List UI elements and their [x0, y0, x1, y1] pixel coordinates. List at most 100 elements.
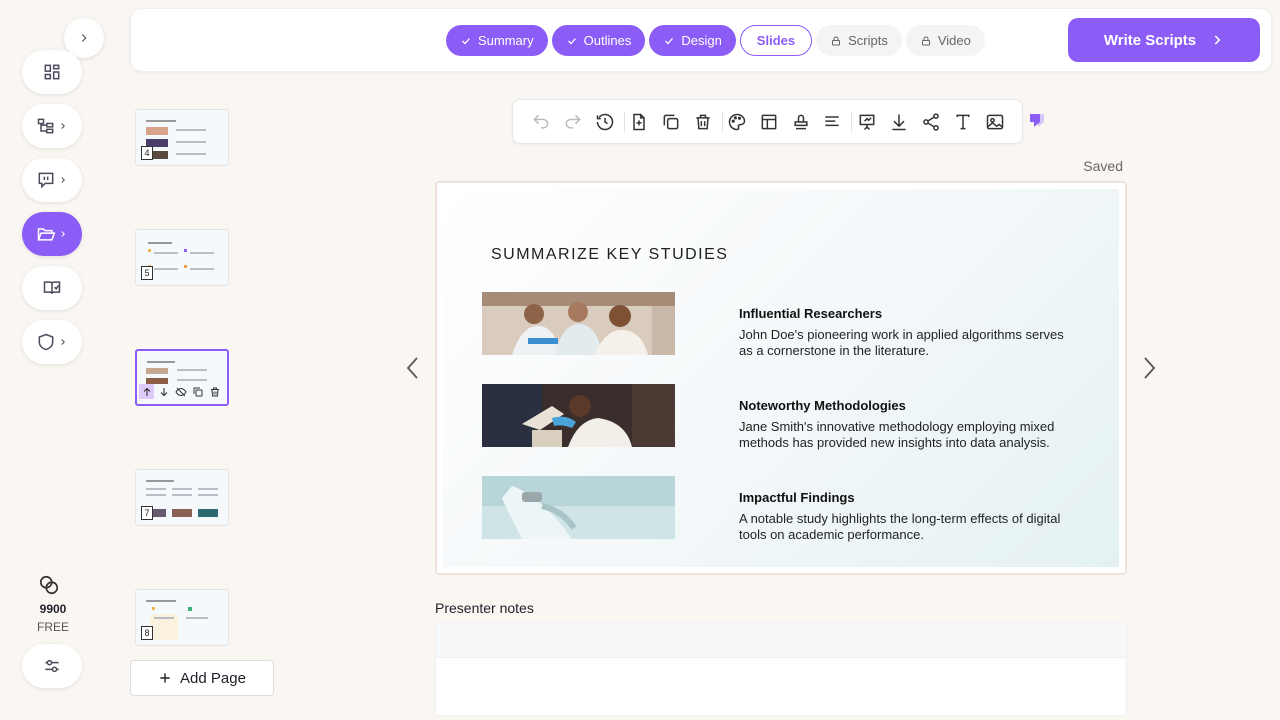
delete-slide-button[interactable] — [207, 384, 222, 399]
item-heading[interactable]: Influential Researchers — [739, 306, 882, 321]
delete-button[interactable] — [692, 111, 714, 133]
step-summary[interactable]: Summary — [446, 25, 548, 56]
slide-thumbnail-selected[interactable] — [135, 349, 229, 406]
move-up-button[interactable] — [139, 384, 154, 399]
sliders-icon — [45, 659, 59, 673]
plus-icon — [160, 673, 170, 683]
chevron-right-icon — [61, 231, 65, 237]
share-button[interactable] — [920, 111, 942, 133]
step-scripts[interactable]: Scripts — [816, 25, 902, 56]
undo-icon — [533, 114, 549, 129]
download-icon — [892, 114, 906, 131]
methodology-image[interactable] — [482, 384, 675, 447]
history-button[interactable] — [594, 111, 616, 133]
check-icon — [462, 37, 470, 44]
researchers-image[interactable] — [482, 292, 675, 355]
chevron-right-icon — [1214, 35, 1221, 45]
text-icon — [956, 114, 970, 130]
next-slide-button[interactable] — [1139, 355, 1159, 381]
step-label: Video — [937, 33, 971, 48]
theme-button[interactable] — [726, 111, 748, 133]
align-button[interactable] — [821, 111, 843, 133]
palette-icon — [728, 113, 746, 131]
book-check-icon — [43, 281, 61, 294]
slide-thumbnail[interactable]: 7 — [135, 469, 229, 526]
step-slides[interactable]: Slides — [739, 25, 813, 56]
trash-icon — [696, 114, 710, 130]
chevron-right-icon — [81, 34, 87, 42]
history-icon — [596, 113, 614, 131]
step-design[interactable]: Design — [649, 25, 736, 56]
rail-dashboard-button[interactable] — [22, 50, 82, 94]
chat-icon — [38, 172, 54, 189]
thumbnail-number: 7 — [141, 506, 153, 520]
redo-button[interactable] — [562, 111, 584, 133]
eye-off-icon — [174, 387, 187, 396]
coins-icon — [39, 575, 59, 595]
rail-files-button[interactable] — [22, 212, 82, 256]
chevron-right-icon — [1144, 357, 1156, 379]
check-icon — [665, 37, 674, 44]
prev-slide-button[interactable] — [403, 355, 423, 381]
step-label: Outlines — [583, 33, 632, 48]
share-icon — [923, 113, 939, 131]
slide-thumbnail[interactable]: 5 — [135, 229, 229, 286]
thumbnail-number: 8 — [141, 626, 153, 640]
lock-icon — [832, 36, 841, 45]
add-page-label: Add Page — [180, 669, 246, 687]
item-heading[interactable]: Impactful Findings — [739, 490, 855, 505]
file-plus-icon — [633, 113, 645, 131]
plan-label: FREE — [36, 620, 69, 634]
item-body[interactable]: A notable study highlights the long-term… — [739, 511, 1079, 543]
item-body[interactable]: John Doe's pioneering work in applied al… — [739, 327, 1079, 359]
thumbnail-toolbar — [137, 384, 222, 399]
rail-library-button[interactable] — [22, 266, 82, 310]
rail-security-button[interactable] — [22, 320, 82, 364]
stamp-button[interactable] — [790, 111, 812, 133]
workflow-stepbar: Summary Outlines Design Slides Scripts V… — [130, 8, 1272, 72]
arrow-up-icon — [143, 387, 150, 396]
trash-icon — [210, 387, 219, 396]
slide-title[interactable]: SUMMARIZE KEY STUDIES — [491, 246, 728, 264]
add-slide-button[interactable] — [628, 111, 650, 133]
findings-image[interactable] — [482, 476, 675, 539]
rail-outline-button[interactable] — [22, 104, 82, 148]
save-status: Saved — [1083, 158, 1123, 174]
thumbnail-number: 4 — [141, 146, 153, 160]
stamp-icon — [794, 114, 808, 130]
presenter-notes-label: Presenter notes — [435, 600, 534, 616]
item-body[interactable]: Jane Smith's innovative methodology empl… — [739, 419, 1079, 451]
chevron-right-icon — [61, 123, 65, 129]
chevron-left-icon — [406, 357, 418, 379]
slide-canvas[interactable]: SUMMARIZE KEY STUDIES Influential Resear… — [435, 181, 1127, 575]
rail-chat-button[interactable] — [22, 158, 82, 202]
present-button[interactable] — [856, 111, 878, 133]
write-scripts-label: Write Scripts — [1103, 31, 1197, 49]
layout-icon — [761, 114, 777, 130]
slide-thumbnail[interactable]: 4 — [135, 109, 229, 166]
add-page-button[interactable]: Add Page — [130, 660, 274, 696]
slide-thumbnail[interactable]: 8 — [135, 589, 229, 646]
tree-icon — [37, 118, 54, 134]
undo-button[interactable] — [530, 111, 552, 133]
step-outlines[interactable]: Outlines — [551, 25, 646, 56]
align-icon — [825, 116, 839, 127]
chevron-right-icon — [61, 339, 65, 345]
item-heading[interactable]: Noteworthy Methodologies — [739, 398, 906, 413]
move-down-button[interactable] — [156, 384, 171, 399]
duplicate-slide-button[interactable] — [190, 384, 205, 399]
chevron-right-icon — [61, 177, 65, 183]
write-scripts-button[interactable]: Write Scripts — [1068, 18, 1260, 62]
step-video[interactable]: Video — [905, 25, 985, 56]
download-button[interactable] — [888, 111, 910, 133]
text-button[interactable] — [952, 111, 974, 133]
layout-grid-icon — [44, 64, 60, 80]
duplicate-button[interactable] — [660, 111, 682, 133]
hide-slide-button[interactable] — [173, 384, 188, 399]
presenter-notes-editor[interactable] — [435, 622, 1127, 716]
step-label: Scripts — [848, 33, 888, 48]
thumbnail-number: 5 — [141, 266, 153, 280]
image-button[interactable] — [984, 111, 1006, 133]
rail-settings-button[interactable] — [22, 644, 82, 688]
layout-button[interactable] — [758, 111, 780, 133]
